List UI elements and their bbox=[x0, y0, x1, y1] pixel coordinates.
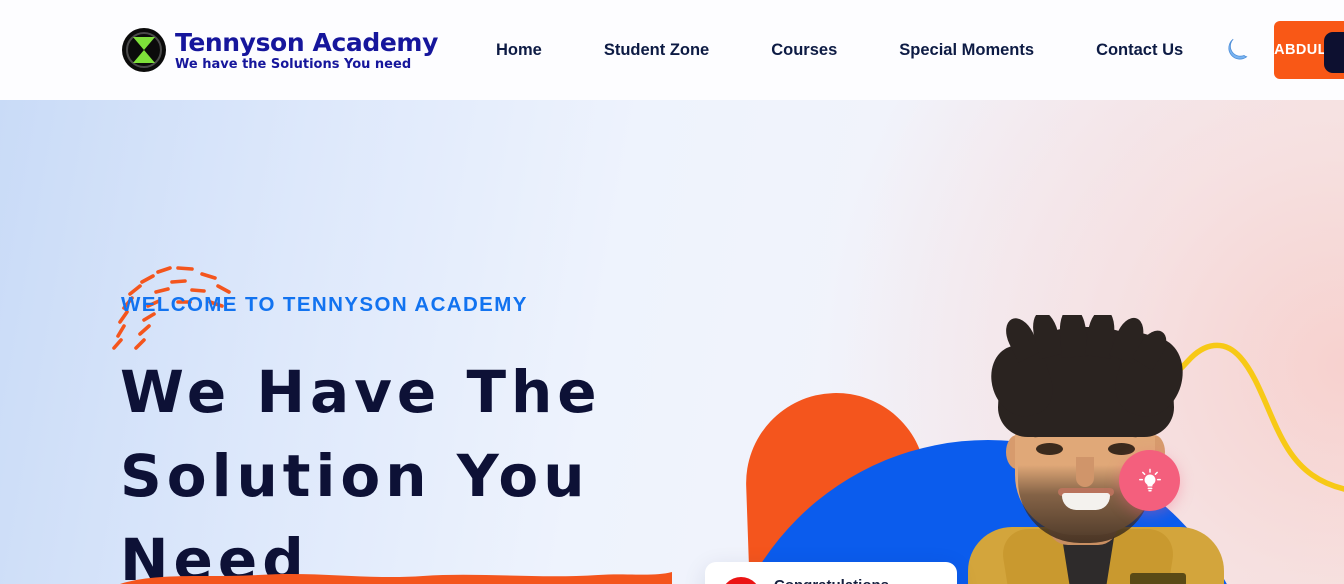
lightbulb-badge bbox=[1119, 450, 1180, 511]
headline-line-1: We Have The bbox=[120, 358, 602, 426]
hero-section: WELCOME TO TENNYSON ACADEMY We Have The … bbox=[0, 100, 1344, 584]
document-edit-icon bbox=[721, 577, 761, 584]
site-header: Tennyson Academy We have the Solutions Y… bbox=[0, 0, 1344, 100]
lightbulb-icon bbox=[1138, 468, 1161, 491]
nav-item-special-moments[interactable]: Special Moments bbox=[868, 41, 1065, 60]
brand-text: Tennyson Academy We have the Solutions Y… bbox=[175, 30, 438, 71]
brand-title: Tennyson Academy bbox=[175, 27, 438, 57]
orange-brush-underline bbox=[120, 572, 672, 584]
avatar bbox=[1323, 32, 1344, 73]
congratulations-card: Congratulations Your admission completed bbox=[705, 562, 957, 584]
hero-eyebrow: WELCOME TO TENNYSON ACADEMY bbox=[121, 293, 528, 316]
congratulations-card-title: Congratulations bbox=[774, 576, 932, 584]
brand-logo[interactable]: Tennyson Academy We have the Solutions Y… bbox=[122, 28, 438, 72]
page-title: We Have The Solution You Need bbox=[120, 350, 720, 584]
moon-icon[interactable] bbox=[1222, 33, 1252, 67]
nav-item-courses[interactable]: Courses bbox=[740, 41, 868, 60]
user-account-button[interactable]: ABDUL KARIM bbox=[1274, 21, 1344, 79]
nav-item-home[interactable]: Home bbox=[465, 41, 573, 60]
brand-tagline: We have the Solutions You need bbox=[175, 56, 412, 72]
headline-line-2: Solution You bbox=[120, 442, 590, 510]
congratulations-card-text: Congratulations Your admission completed bbox=[774, 576, 932, 584]
nav-item-student-zone[interactable]: Student Zone bbox=[573, 41, 740, 60]
omnitrix-icon bbox=[122, 28, 166, 72]
main-navigation: Home Student Zone Courses Special Moment… bbox=[465, 41, 1214, 60]
hero-photo-student bbox=[930, 315, 1240, 584]
nav-item-contact-us[interactable]: Contact Us bbox=[1065, 41, 1214, 60]
